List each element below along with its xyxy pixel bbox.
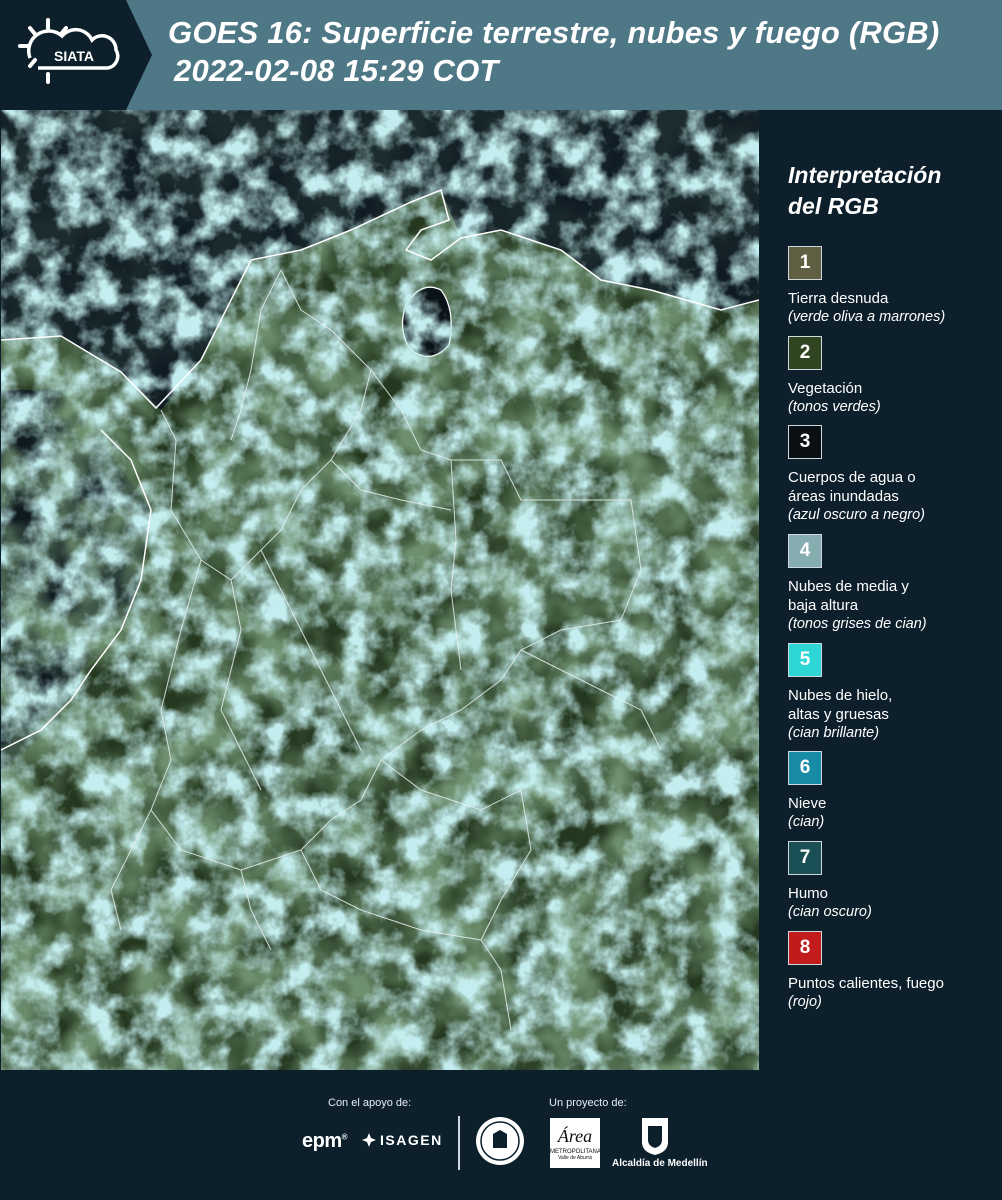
footer: Con el apoyo de: Un proyecto de: epm® IS… xyxy=(0,1070,1002,1200)
legend-label: Vegetación xyxy=(788,380,863,397)
satellite-image xyxy=(1,110,759,1070)
legend-label: Nieve xyxy=(788,795,827,812)
legend-label: Humo xyxy=(788,885,829,902)
legend-description: (cian brillante) xyxy=(788,725,880,741)
legend-description: (tonos grises de cian) xyxy=(788,616,927,632)
legend-item-5: 5 Nubes de hielo, altas y gruesas (cian … xyxy=(788,643,892,743)
legend-swatch: 2 xyxy=(788,336,822,370)
legend-label: Nubes de media y baja altura xyxy=(788,578,909,614)
legend-title: Interpretación del RGB xyxy=(788,160,993,222)
legend-description: (verde oliva a marrones) xyxy=(788,309,946,325)
support-label: Con el apoyo de: xyxy=(328,1097,412,1109)
isagen-icon xyxy=(362,1133,376,1147)
siata-logo: SIATA xyxy=(0,0,152,110)
amva-logo-sub2: Valle de Aburrá xyxy=(558,1155,592,1161)
legend-swatch: 8 xyxy=(788,931,822,965)
legend-item-8: 8 Puntos calientes, fuego (rojo) xyxy=(788,931,944,1012)
legend-item-4: 4 Nubes de media y baja altura (tonos gr… xyxy=(788,534,927,634)
legend-item-2: 2 Vegetación (tonos verdes) xyxy=(788,336,881,417)
area-metropolitana-logo: Área METROPOLITANA Valle de Aburrá xyxy=(550,1118,601,1168)
alcaldia-shield-icon xyxy=(642,1118,668,1155)
legend-swatch: 3 xyxy=(788,425,822,459)
legend-title-line-1: Interpretación xyxy=(788,162,942,188)
title-line-1: GOES 16: Superficie terrestre, nubes y f… xyxy=(168,15,940,50)
legend-swatch: 1 xyxy=(788,246,822,280)
footer-divider xyxy=(458,1116,460,1170)
legend-item-7: 7 Humo (cian oscuro) xyxy=(788,841,872,922)
legend-description: (cian) xyxy=(788,814,825,830)
legend-item-6: 6 Nieve (cian) xyxy=(788,751,826,832)
legend-description: (tonos verdes) xyxy=(788,399,881,415)
isagen-logo: ISAGEN xyxy=(362,1132,443,1148)
legend-label: Cuerpos de agua o áreas inundadas xyxy=(788,469,916,505)
header-bar: SIATA GOES 16: Superficie terrestre, nub… xyxy=(0,0,1002,110)
legend-item-1: 1 Tierra desnuda (verde oliva a marrones… xyxy=(788,246,945,327)
legend-label: Puntos calientes, fuego xyxy=(788,975,944,992)
legend-title-line-2: del RGB xyxy=(788,193,879,219)
legend-label: Nubes de hielo, altas y gruesas xyxy=(788,687,893,723)
legend-item-3: 3 Cuerpos de agua o áreas inundadas (azu… xyxy=(788,425,925,525)
legend-description: (azul oscuro a negro) xyxy=(788,507,926,523)
amva-logo-text: Área xyxy=(557,1126,593,1146)
legend-swatch: 7 xyxy=(788,841,822,875)
page-title: GOES 16: Superficie terrestre, nubes y f… xyxy=(168,14,939,90)
legend-swatch: 5 xyxy=(788,643,822,677)
epm-logo-text: epm xyxy=(302,1130,342,1152)
epm-logo: epm® xyxy=(302,1130,348,1152)
legend-description: (cian oscuro) xyxy=(788,904,872,920)
rgb-legend: Interpretación del RGB 1 Tierra desnuda … xyxy=(788,160,993,1010)
title-line-2: 2022-02-08 15:29 COT xyxy=(174,53,499,88)
isagen-logo-text: ISAGEN xyxy=(380,1132,443,1148)
alcaldia-label: Alcaldía de Medellín xyxy=(612,1158,708,1169)
university-seal-icon xyxy=(476,1117,524,1165)
legend-swatch: 6 xyxy=(788,751,822,785)
siata-logo-text: SIATA xyxy=(54,48,94,64)
project-label: Un proyecto de: xyxy=(549,1097,627,1109)
legend-description: (rojo) xyxy=(788,994,822,1010)
legend-swatch: 4 xyxy=(788,534,822,568)
legend-label: Tierra desnuda xyxy=(788,290,889,307)
